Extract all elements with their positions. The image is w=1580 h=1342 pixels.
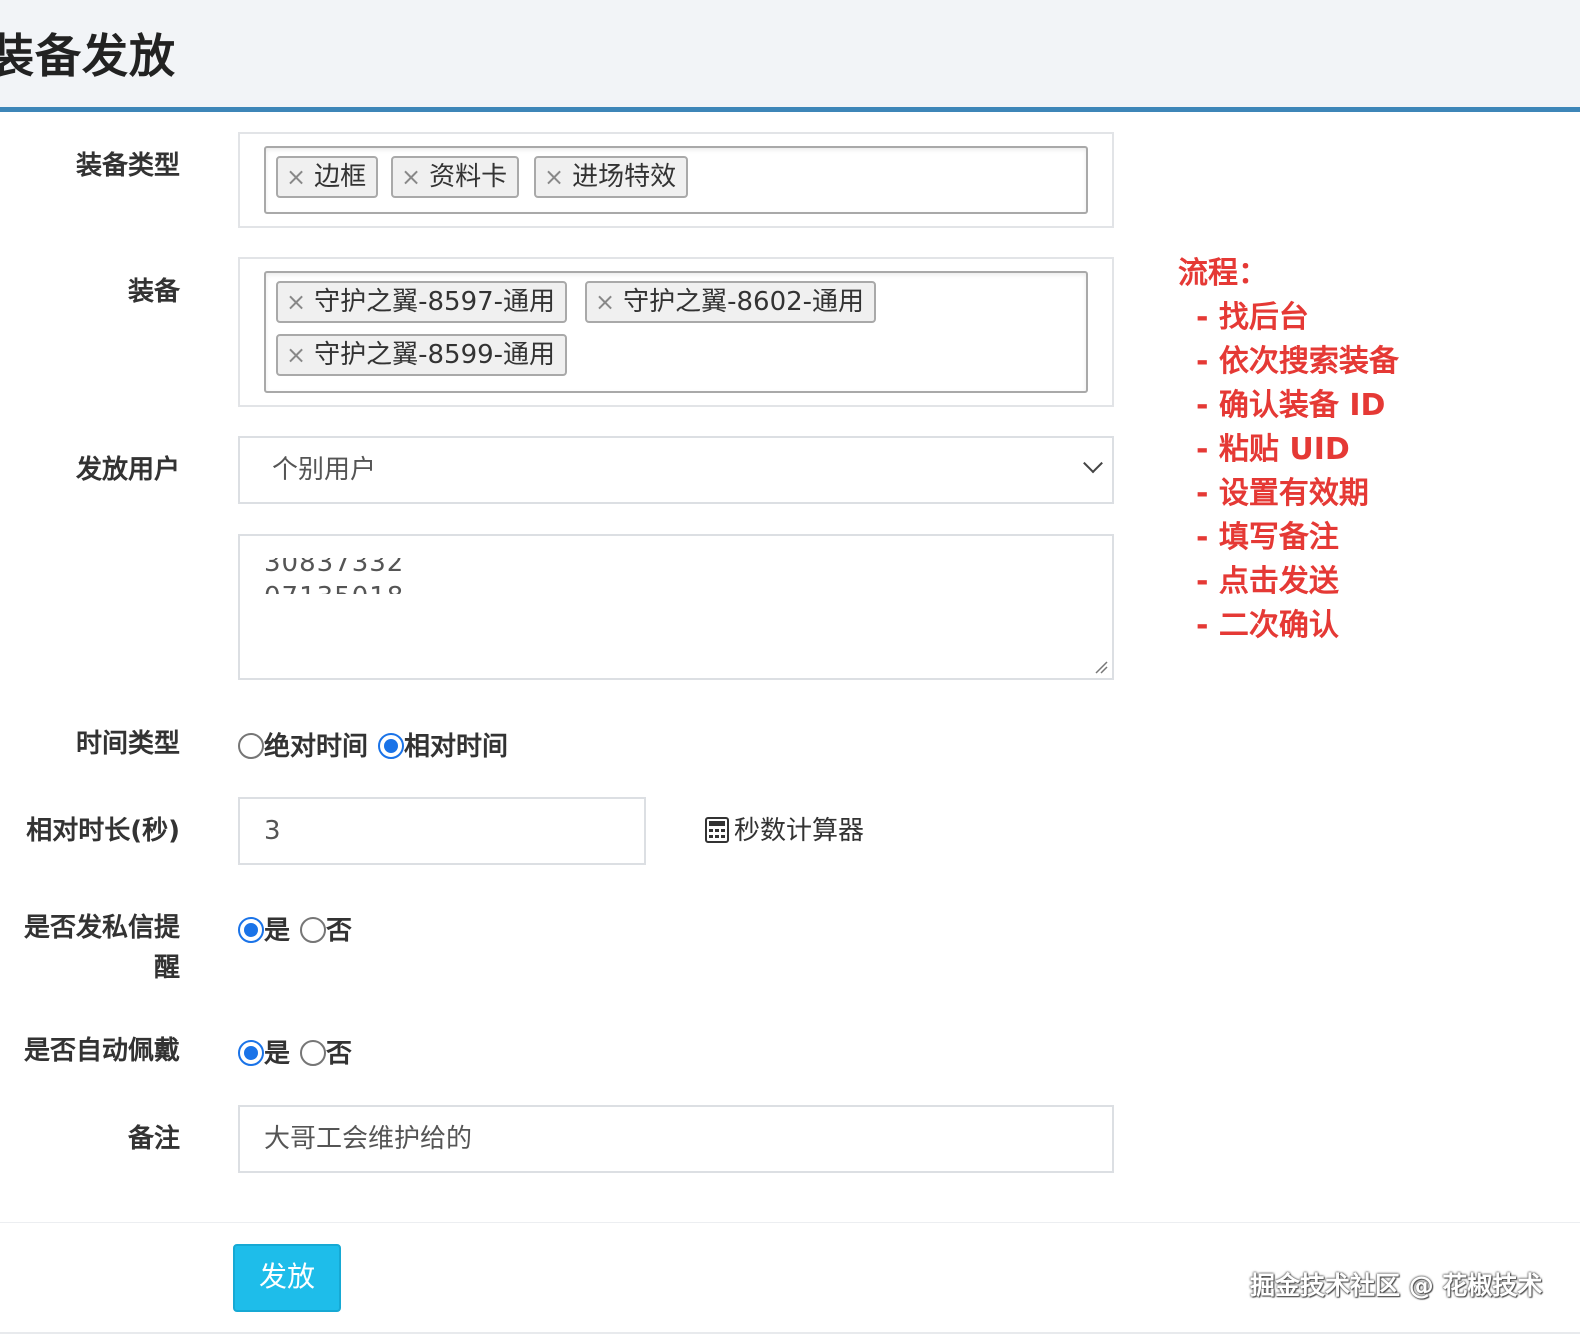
target-user-select[interactable]: 个别用户 [238,436,1114,504]
uid-textarea[interactable]: 30837332 07135018 [238,534,1114,680]
annotation-step: - 二次确认 [1196,608,1339,643]
process-annotation: 流程： - 找后台 - 依次搜索装备 - 确认装备 ID - 粘贴 UID - … [1178,252,1399,648]
equip-type-label: 装备类型 [75,151,180,181]
target-user-selected-value: 个别用户 [272,455,377,485]
watermark: 掘金技术社区 @ 花椒技术 [1250,1271,1543,1300]
footer-divider [0,1222,1580,1223]
auto-wear-yes-radio[interactable] [238,1040,264,1066]
relative-duration-input[interactable]: 3 [238,797,646,865]
equip-tag: × 守护之翼-8602-通用 [585,281,877,323]
remark-input[interactable]: 大哥工会维护给的 [238,1105,1114,1173]
seconds-calculator-link[interactable]: 秒数计算器 [704,811,864,851]
send-message-label-wrap: 醒 [153,953,180,983]
time-type-radio-group: 绝对时间 相对时间 [238,727,508,767]
remove-tag-icon[interactable]: × [286,341,306,369]
remove-tag-icon[interactable]: × [401,163,421,191]
remove-tag-icon[interactable]: × [544,163,564,191]
remove-tag-icon[interactable]: × [286,288,306,316]
send-message-option-label[interactable]: 否 [326,916,352,946]
time-type-relative-radio[interactable] [378,733,405,759]
send-message-radio-group: 是否 [238,911,352,951]
uid-line: 07135018 [264,582,405,612]
auto-wear-no-radio[interactable] [300,1040,327,1066]
chevron-down-icon [1083,453,1103,474]
equip-tag: × 守护之翼-8599-通用 [276,334,568,376]
time-type-option-label[interactable]: 相对时间 [404,732,508,762]
calculator-label: 秒数计算器 [734,816,865,846]
target-user-label: 发放用户 [75,455,180,485]
auto-wear-option-label[interactable]: 否 [326,1039,352,1069]
annotation-step: - 点击发送 [1196,564,1339,599]
page-title: 装备发放 [0,29,176,83]
bottom-divider [0,1332,1580,1334]
equip-type-tag: × 进场特效 [534,156,689,198]
time-type-absolute-radio[interactable] [238,733,264,759]
annotation-step: - 填写备注 [1196,520,1339,555]
equip-tag-container[interactable]: × 守护之翼-8597-通用 × 守护之翼-8602-通用 × 守护之翼-8599-通… [264,271,1088,393]
annotation-step: - 找后台 [1196,300,1309,335]
remove-tag-icon[interactable]: × [595,288,615,316]
send-message-label: 是否发私信提 [23,913,180,943]
auto-wear-radio-group: 是否 [238,1034,352,1074]
send-message-yes-radio[interactable] [238,917,264,943]
time-type-label: 时间类型 [75,729,180,759]
equip-type-tag: × 资料卡 [391,156,520,198]
equip-tag: × 守护之翼-8597-通用 [276,281,568,323]
time-type-option-label[interactable]: 绝对时间 [264,732,368,762]
remove-tag-icon[interactable]: × [286,163,306,191]
annotation-step: - 确认装备 ID [1196,388,1386,423]
equip-select[interactable]: × 守护之翼-8597-通用 × 守护之翼-8602-通用 × 守护之翼-8599-通… [238,257,1114,407]
equip-type-select[interactable]: × 边框 × 资料卡 × 进场特效 [238,132,1114,228]
equip-type-tag-container[interactable]: × 边框 × 资料卡 × 进场特效 [264,146,1088,214]
calculator-icon [705,817,729,843]
equip-label: 装备 [127,277,180,307]
submit-button[interactable]: 发放 [233,1244,341,1312]
annotation-title: 流程： [1178,256,1268,291]
relative-duration-label: 相对时长(秒) [26,816,180,846]
annotation-step: - 粘贴 UID [1196,432,1350,467]
remark-label: 备注 [127,1124,180,1154]
auto-wear-label: 是否自动佩戴 [23,1036,180,1066]
auto-wear-option-label[interactable]: 是 [264,1039,290,1069]
equip-type-tag: × 边框 [276,156,379,198]
uid-line: 30837332 [264,548,405,578]
page-header: 装备发放 [0,0,1580,112]
resize-grip-icon[interactable] [1094,660,1108,674]
send-message-option-label[interactable]: 是 [264,916,290,946]
send-message-no-radio[interactable] [300,917,327,943]
annotation-step: - 依次搜索装备 [1196,344,1399,379]
annotation-step: - 设置有效期 [1196,476,1369,511]
